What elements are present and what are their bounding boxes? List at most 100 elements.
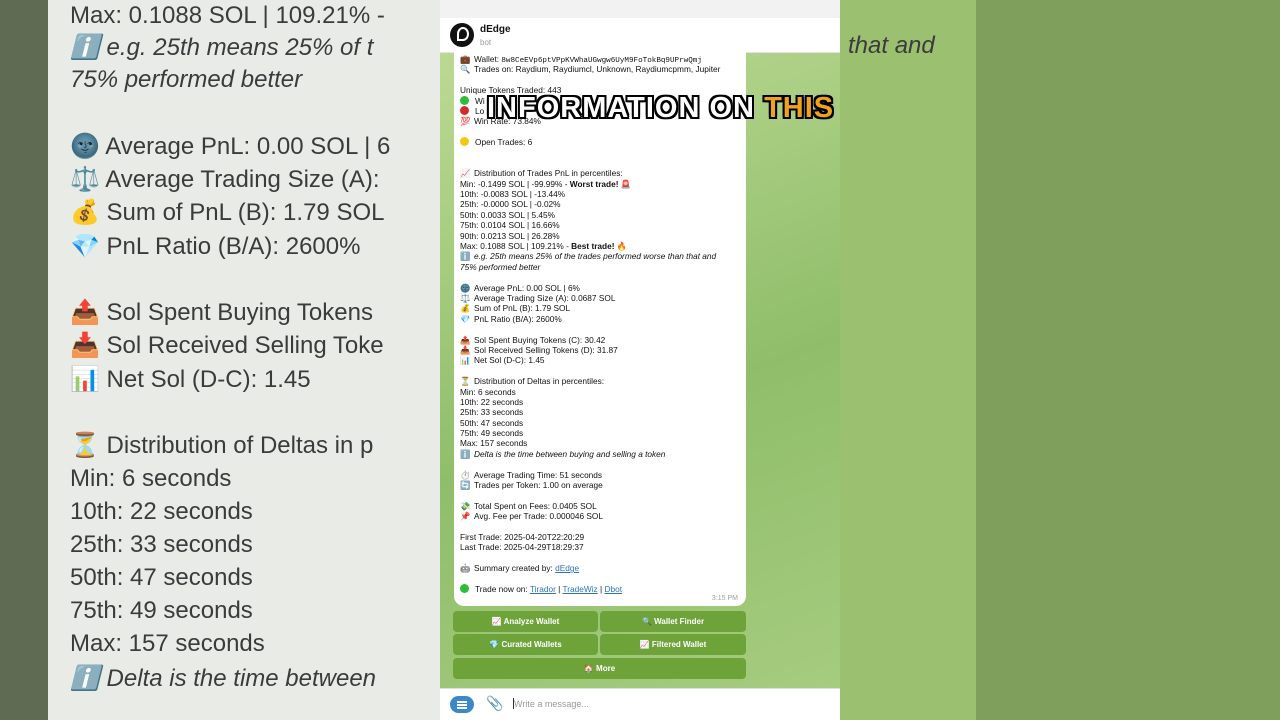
bg-line: 25th: 33 seconds [70,531,253,558]
bg-line: 📊 Net Sol (D-C): 1.45 [70,366,311,393]
sum-pnl-line: 💰 Sum of PnL (B): 1.79 SOL [460,303,571,314]
bar-chart-icon: 📊 [460,355,471,366]
bot-menu-button[interactable] [450,696,474,713]
inbox-icon: 📥 [460,344,471,355]
briefcase-icon: 💼 [460,54,471,64]
first-trade-line: First Trade: 2025-04-20T22:20:29 [460,531,585,542]
bg-line: 📤 Sol Spent Buying Tokens [70,299,373,326]
open-trades-line: Open Trades: 6 [460,137,744,147]
pnl-90th: 90th: 0.0213 SOL | 26.28% [460,230,560,241]
pnl-50th: 50th: 0.0033 SOL | 5.45% [460,209,556,220]
bg-line: 💰 Sum of PnL (B): 1.79 SOL [70,199,385,226]
bg-line: 10th: 22 seconds [70,498,253,525]
delta-max: Max: 157 seconds [460,438,528,449]
delta-75th: 75th: 49 seconds [460,428,524,439]
pnl-10th: 10th: -0.0083 SOL | -13.44% [460,189,566,200]
green-circle-icon [460,95,469,105]
pnl-max: Max: 0.1088 SOL | 109.21% - Best trade! … [460,241,628,252]
bg-line: ⏳ Distribution of Deltas in p [70,432,374,459]
message-text: 💼 Wallet: 8w8CeEVp6ptVPpKVWhaUGwgw6UyM9Fo… [460,54,744,594]
delta-10th: 10th: 22 seconds [460,396,524,407]
fee-avg-line: 📌 Avg. Fee per Trade: 0.000046 SOL [460,511,603,522]
menu-icon-line [457,704,467,706]
moon-icon: 🌚 [460,282,471,293]
trades-on-line: 🔍 Trades on: Raydium, Raydiumcl, Unknown,… [460,64,721,75]
yellow-circle-icon [460,137,469,147]
status-strip [440,0,840,18]
pnl-25th: 25th: -0.0000 SOL | -0.02% [460,199,561,210]
delta-note: ℹ️ Delta is the time between buying and s… [460,448,666,459]
phone-screen: dEdge bot 💼 Wallet: 8w8CeEVp6ptVPpKVWhaUG… [440,0,840,720]
delta-min: Min: 6 seconds [460,386,516,397]
dedge-logo-icon [457,27,469,41]
last-trade-line: Last Trade: 2025-04-29T18:29:37 [460,542,584,553]
delta-50th: 50th: 47 seconds [460,417,524,428]
hourglass-icon: ⏳ [460,376,471,387]
money-wings-icon: 💸 [460,500,471,511]
bg-line: ℹ️ e.g. 25th means 25% of t [70,34,374,61]
attach-icon[interactable]: 📎 [486,695,503,712]
bg-line: 📥 Sol Received Selling Toke [70,332,384,359]
message-time: 3:15 PM [711,595,738,602]
avg-pnl-line: 🌚 Average PnL: 0.00 SOL | 6% [460,282,580,293]
pnl-min: Min: -0.1499 SOL | -99.99% - Worst trade… [460,178,632,189]
bg-line: 75% performed better [70,66,303,93]
more-button[interactable]: 🏠 More [453,658,746,679]
message-input[interactable]: Write a message... [514,699,589,709]
bg-line: 💎 PnL Ratio (B/A): 2600% [70,233,361,260]
curated-wallets-button[interactable]: 💎 Curated Wallets [453,634,598,655]
dedge-link[interactable]: dEdge [555,563,579,573]
bg-line: ℹ️ Delta is the time between [70,665,377,692]
repeat-icon: 🔄 [460,480,471,491]
summary-line: 🤖 Summary created by: dEdge [460,563,580,574]
green-circle-icon [460,583,469,593]
background-right-edge [976,0,1280,720]
analyze-wallet-button[interactable]: 📈 Analyze Wallet [453,611,598,632]
background-right-panel [840,0,1280,720]
net-sol-line: 📊 Net Sol (D-C): 1.45 [460,355,545,366]
bg-line: Max: 157 seconds [70,630,265,657]
pnl-note-1: ℹ️ e.g. 25th means 25% of the trades perf… [460,251,717,262]
message-composer: 📎 Write a message... [440,688,840,720]
chat-title: dEdge [480,24,511,35]
filtered-wallet-button[interactable]: 📈 Filtered Wallet [600,634,746,655]
chat-header[interactable]: dEdge bot [440,18,840,53]
background-right-content [840,0,976,720]
sol-spent-line: 📤 Sol Spent Buying Tokens (C): 30.42 [460,334,606,345]
bg-line: Max: 0.1088 SOL | 109.21% - [70,2,385,29]
message-bubble: 💼 Wallet: 8w8CeEVp6ptVPpKVWhaUGwgw6UyM9Fo… [454,50,746,606]
sol-received-line: 📥 Sol Received Selling Tokens (D): 31.87 [460,344,618,355]
video-caption-overlay: INFORMATION ON THIS [487,92,835,124]
fees-total-line: 💸 Total Spent on Fees: 0.0405 SOL [460,500,597,511]
magnifier-icon: 🔍 [460,64,471,75]
hundred-icon: 💯 [460,116,471,127]
info-icon: ℹ️ [460,448,471,459]
fire-icon: 🔥 [616,241,628,252]
tirador-link[interactable]: Tirador [530,584,556,594]
outbox-icon: 📤 [460,334,471,345]
pushpin-icon: 📌 [460,511,471,522]
chat-subtitle: bot [480,38,492,47]
scales-icon: ⚖️ [460,292,471,303]
wallet-line: 💼 Wallet: 8w8CeEVp6ptVPpKVWhaUGwgw6UyM9Fo… [460,54,702,65]
bg-right-text: that and [848,32,935,59]
bg-line: 75th: 49 seconds [70,597,253,624]
tradewiz-link[interactable]: TradeWiz [563,584,598,594]
pnl-dist-title: 📈 Distribution of Trades PnL in percentil… [460,168,623,179]
dbot-link[interactable]: Dbot [604,584,622,594]
avg-size-line: ⚖️ Average Trading Size (A): 0.0687 SOL [460,292,616,303]
bg-line: ⚖️ Average Trading Size (A): [70,166,380,193]
bg-line: 🌚 Average PnL: 0.00 SOL | 6 [70,133,391,160]
pnl-75th: 75th: 0.0104 SOL | 16.66% [460,220,560,231]
bg-line: Min: 6 seconds [70,465,232,492]
avg-time-line: ⏱️ Average Trading Time: 51 seconds [460,469,603,480]
delta-25th: 25th: 33 seconds [460,407,524,418]
wallet-finder-button[interactable]: 🔍 Wallet Finder [600,611,746,632]
trade-now-line: Trade now on: Tirador | TradeWiz | Dbot [460,583,744,594]
delta-dist-title: ⏳ Distribution of Deltas in percentiles: [460,376,605,387]
gem-icon: 💎 [460,313,471,324]
bot-avatar[interactable] [450,23,474,47]
siren-icon: 🚨 [620,178,632,189]
pnl-ratio-line: 💎 PnL Ratio (B/A): 2600% [460,313,562,324]
trades-per-token-line: 🔄 Trades per Token: 1.00 on average [460,480,603,491]
